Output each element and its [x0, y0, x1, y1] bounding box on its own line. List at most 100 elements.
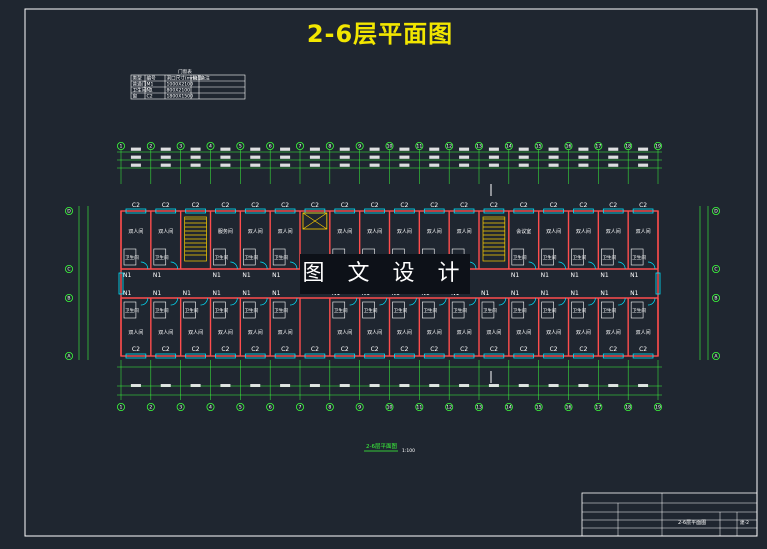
axis-label: 7 [299, 405, 302, 411]
door-label: N1 [600, 272, 608, 279]
door-label: N1 [630, 290, 638, 297]
room-label: 双人间 [248, 228, 263, 235]
axis-label: 16 [566, 144, 572, 150]
axis-label: B [67, 296, 70, 302]
door-label: N1 [541, 272, 549, 279]
axis-label: 6 [269, 405, 272, 411]
axis-label: 1 [120, 405, 123, 411]
window-label: C2 [281, 346, 289, 353]
bathroom-label: 卫生间 [632, 307, 646, 314]
door-swing [230, 297, 238, 306]
window-label: C2 [520, 346, 528, 353]
drawing-caption: 2-6层平面图 1:100 [364, 442, 415, 454]
axis-label: 18 [625, 405, 631, 411]
bathroom-label: 卫生间 [513, 307, 527, 314]
door-swing [558, 261, 566, 270]
door-swing [230, 261, 238, 270]
door-swing [439, 297, 447, 306]
window-label: C2 [371, 346, 379, 353]
room-label: 双人间 [278, 228, 293, 235]
door-swing [468, 261, 477, 270]
bathroom-label: 卫生间 [483, 307, 497, 314]
door-label: N1 [600, 290, 608, 297]
door-table-cell: M1 [147, 81, 154, 87]
door-label: N1 [153, 290, 161, 297]
door-label: N1 [571, 290, 579, 297]
bathroom-label: 卫生间 [274, 254, 288, 261]
door-swing [170, 297, 179, 306]
door-swing [528, 297, 537, 306]
window-label: C2 [281, 202, 289, 209]
door-swing [349, 297, 358, 306]
window-label: C2 [341, 346, 349, 353]
axis-label: 3 [179, 405, 182, 411]
window-label: C2 [132, 202, 140, 209]
bathroom-label: 卫生间 [274, 307, 288, 314]
room-label: 双人间 [188, 329, 203, 336]
door-swing [588, 261, 596, 270]
bathroom-label: 卫生间 [125, 254, 139, 261]
window-label: C2 [579, 346, 587, 353]
window-label: C2 [430, 346, 438, 353]
door-swing [588, 297, 596, 306]
door-label: N1 [153, 272, 161, 279]
window-label: C2 [221, 202, 229, 209]
room-label: 双人间 [457, 329, 472, 336]
door-table-cell: 备注 [201, 74, 211, 81]
bathroom-label: 卫生间 [573, 307, 587, 314]
door-table-title: 门窗表 [178, 68, 192, 75]
door-swing [289, 297, 298, 306]
axis-label: 4 [209, 405, 212, 411]
axis-label: 12 [446, 144, 452, 150]
axis-label: 14 [506, 405, 512, 411]
axis-label: 5 [239, 405, 242, 411]
bathroom-label: 卫生间 [543, 307, 557, 314]
room-label: 双人间 [636, 228, 651, 235]
right-axis-bubbles: DCBA [712, 206, 721, 360]
axis-label: 8 [328, 405, 331, 411]
window-label: C2 [520, 202, 528, 209]
door-table-cell: C2 [147, 93, 153, 99]
door-swing [498, 297, 507, 306]
door-swing [379, 297, 387, 306]
window-label: C2 [609, 346, 617, 353]
door-swing [140, 261, 149, 270]
door-label: N1 [481, 290, 489, 297]
axis-label: 6 [269, 144, 272, 150]
window-label: C2 [162, 346, 170, 353]
axis-label: C [714, 267, 717, 273]
axis-label: 10 [387, 405, 393, 411]
door-swing [260, 297, 268, 306]
window-label: C2 [609, 202, 617, 209]
bathroom-label: 卫生间 [125, 307, 139, 314]
room-label: 会议室 [516, 228, 531, 235]
window-label: C2 [460, 346, 468, 353]
door-label: N1 [272, 290, 280, 297]
bathroom-label: 卫生间 [155, 254, 169, 261]
bathroom-label: 卫生间 [573, 254, 587, 261]
window-label: C2 [221, 346, 229, 353]
door-swing [409, 297, 417, 306]
axis-label: 19 [655, 405, 661, 411]
door-label: N1 [213, 272, 221, 279]
window-label: C2 [192, 202, 200, 209]
bathroom-label: 卫生间 [155, 307, 169, 314]
window-label: C2 [550, 346, 558, 353]
bathroom-label: 卫生间 [185, 307, 199, 314]
door-label: N1 [123, 272, 131, 279]
door-window-table: 门窗表 类型 编号 洞口尺寸(mm)数量备注普通门 M1 1000X2100卫生间门N1… [130, 68, 246, 99]
bathroom-label: 卫生间 [453, 307, 467, 314]
room-label: 双人间 [486, 329, 501, 336]
bathroom-label: 卫生间 [423, 307, 437, 314]
window-label: C2 [341, 202, 349, 209]
room-label: 双人间 [337, 329, 352, 336]
caption-scale: 1:100 [402, 448, 415, 454]
door-swing [260, 261, 268, 270]
door-label: N1 [630, 272, 638, 279]
door-label: N1 [272, 272, 280, 279]
door-table-cell: 800X2100 [167, 87, 191, 93]
door-swing [558, 297, 566, 306]
axis-label: 9 [358, 144, 361, 150]
door-table-cell: 1000X2100 [167, 81, 194, 87]
door-label: N1 [242, 290, 250, 297]
